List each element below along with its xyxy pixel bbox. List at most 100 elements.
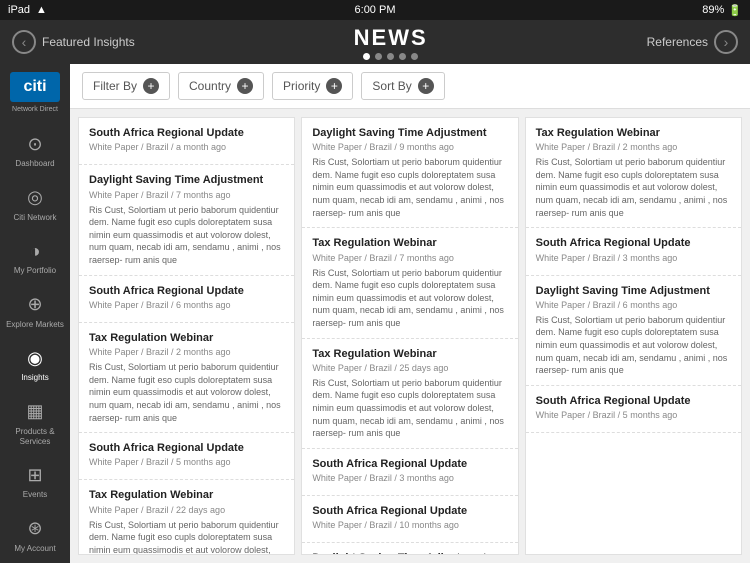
news-item-title: Tax Regulation Webinar: [312, 236, 507, 250]
news-item[interactable]: South Africa Regional UpdateWhite Paper …: [302, 449, 517, 496]
products-services-icon: ▦: [22, 399, 48, 425]
dashboard-icon: ⊙: [22, 131, 48, 157]
news-item-title: South Africa Regional Update: [89, 126, 284, 140]
country-plus-icon: +: [237, 78, 253, 94]
status-bar-time: 6:00 PM: [355, 4, 396, 16]
events-icon: ⊞: [22, 462, 48, 488]
news-item[interactable]: Daylight Saving Time Adjustment White Pap…: [526, 276, 741, 386]
forward-nav[interactable]: References ›: [647, 30, 738, 54]
news-column-3: Tax Regulation WebinarWhite Paper / Braz…: [525, 117, 742, 555]
news-item[interactable]: South Africa Regional Update White Paper …: [79, 276, 294, 323]
forward-label: References: [647, 35, 708, 49]
news-item-title: Daylight Saving Time Adjustment: [312, 126, 507, 140]
news-item-body: Ris Cust, Solortiam ut perio baborum qui…: [312, 156, 507, 219]
insights-icon: ◉: [22, 345, 48, 371]
news-item[interactable]: Daylight Saving Time Adjustment White Pap…: [302, 118, 517, 228]
nav-dots: [363, 53, 418, 60]
news-item-meta: White Paper / Brazil / 6 months ago: [536, 300, 731, 310]
nav-dot-5[interactable]: [411, 53, 418, 60]
status-bar-left: iPad ▲: [8, 4, 47, 16]
news-item-body: Ris Cust, Solortiam ut perio baborum qui…: [89, 204, 284, 267]
sidebar-item-products-services[interactable]: ▦ Products & Services: [0, 391, 70, 454]
news-item-title: South Africa Regional Update: [312, 504, 507, 518]
wifi-icon: ▲: [36, 4, 47, 16]
news-item-title: Daylight Saving Time Adjustment: [536, 284, 731, 298]
battery-label: 89%: [702, 4, 724, 16]
filter-by-button[interactable]: Filter By +: [82, 72, 170, 100]
news-item[interactable]: South Africa Regional UpdateWhite Paper …: [79, 118, 294, 165]
explore-markets-icon: ⊕: [22, 292, 48, 318]
back-label: Featured Insights: [42, 35, 135, 49]
news-item-meta: White Paper / Brazil / 7 months ago: [312, 253, 507, 263]
filter-by-label: Filter By: [93, 79, 137, 93]
news-item-meta: White Paper / Brazil / 9 months ago: [312, 142, 507, 152]
sidebar-item-explore-markets[interactable]: ⊕ Explore Markets: [0, 284, 70, 338]
sidebar-item-dashboard[interactable]: ⊙ Dashboard: [0, 123, 70, 177]
news-item-meta: White Paper / Brazil / 2 months ago: [89, 347, 284, 357]
status-bar: iPad ▲ 6:00 PM 89% 🔋: [0, 0, 750, 20]
news-item-title: South Africa Regional Update: [536, 236, 731, 250]
priority-label: Priority: [283, 79, 320, 93]
news-item[interactable]: Tax Regulation Webinar White Paper / Braz…: [79, 323, 294, 433]
main-content: Filter By + Country + Priority + Sort By…: [70, 64, 750, 563]
sidebar-item-my-portfolio[interactable]: ◑ My Portfolio: [0, 230, 70, 284]
news-item-title: South Africa Regional Update: [89, 284, 284, 298]
news-item[interactable]: South Africa Regional Update White Paper …: [302, 496, 517, 543]
sidebar-label-insights: Insights: [21, 373, 49, 383]
sidebar-item-citi-network[interactable]: ◎ Citi Network: [0, 177, 70, 231]
news-item-meta: White Paper / Brazil / 10 months ago: [312, 520, 507, 530]
my-portfolio-icon: ◑: [22, 238, 48, 264]
news-item-body: Ris Cust, Solortiam ut perio baborum qui…: [89, 519, 284, 555]
news-column-2: Daylight Saving Time Adjustment White Pap…: [301, 117, 518, 555]
news-item[interactable]: Daylight Saving Time AdjustmentWhite Pap…: [302, 543, 517, 555]
back-nav[interactable]: ‹ Featured Insights: [12, 30, 135, 54]
news-item-body: Ris Cust, Solortiam ut perio baborum qui…: [536, 156, 731, 219]
country-button[interactable]: Country +: [178, 72, 264, 100]
sidebar-label-my-portfolio: My Portfolio: [14, 266, 56, 276]
back-arrow-icon[interactable]: ‹: [12, 30, 36, 54]
priority-plus-icon: +: [326, 78, 342, 94]
news-item-title: Tax Regulation Webinar: [89, 331, 284, 345]
news-item-title: South Africa Regional Update: [312, 457, 507, 471]
sidebar-label-products-services: Products & Services: [4, 427, 66, 446]
nav-dot-2[interactable]: [375, 53, 382, 60]
sidebar: citi Network Direct ⊙ Dashboard ◎ Citi N…: [0, 64, 70, 563]
news-item[interactable]: South Africa Regional UpdateWhite Paper …: [526, 386, 741, 433]
news-item-title: South Africa Regional Update: [536, 394, 731, 408]
news-item-meta: White Paper / Brazil / 6 months ago: [89, 300, 284, 310]
sidebar-label-dashboard: Dashboard: [15, 159, 54, 169]
news-item-title: Daylight Saving Time Adjustment: [312, 551, 507, 555]
forward-arrow-icon[interactable]: ›: [714, 30, 738, 54]
nav-dot-4[interactable]: [399, 53, 406, 60]
news-item[interactable]: Tax Regulation Webinar White Paper / Braz…: [302, 228, 517, 338]
nav-dot-3[interactable]: [387, 53, 394, 60]
priority-button[interactable]: Priority +: [272, 72, 353, 100]
news-item[interactable]: Tax Regulation WebinarWhite Paper / Braz…: [302, 339, 517, 449]
top-nav: ‹ Featured Insights NEWS References ›: [0, 20, 750, 64]
news-item[interactable]: Daylight Saving Time AdjustmentWhite Pap…: [79, 165, 294, 275]
news-item-title: South Africa Regional Update: [89, 441, 284, 455]
news-item[interactable]: Tax Regulation WebinarWhite Paper / Braz…: [79, 480, 294, 555]
sidebar-item-events[interactable]: ⊞ Events: [0, 454, 70, 508]
citi-logo: citi: [10, 72, 60, 102]
news-item[interactable]: Tax Regulation WebinarWhite Paper / Braz…: [526, 118, 741, 228]
ipad-label: iPad: [8, 4, 30, 16]
news-item[interactable]: South Africa Regional UpdateWhite Paper …: [526, 228, 741, 275]
news-item-body: Ris Cust, Solortiam ut perio baborum qui…: [536, 314, 731, 377]
filter-by-plus-icon: +: [143, 78, 159, 94]
sort-by-button[interactable]: Sort By +: [361, 72, 444, 100]
nav-dot-1[interactable]: [363, 53, 370, 60]
citi-network-icon: ◎: [22, 185, 48, 211]
news-item[interactable]: South Africa Regional UpdateWhite Paper …: [79, 433, 294, 480]
app-body: citi Network Direct ⊙ Dashboard ◎ Citi N…: [0, 64, 750, 563]
news-item-title: Tax Regulation Webinar: [89, 488, 284, 502]
status-bar-right: 89% 🔋: [702, 4, 742, 17]
sidebar-item-my-account[interactable]: ⊛ My Account: [0, 508, 70, 562]
logo-subtitle: Network Direct: [12, 106, 58, 113]
sidebar-item-insights[interactable]: ◉ Insights: [0, 337, 70, 391]
news-item-meta: White Paper / Brazil / 2 months ago: [536, 142, 731, 152]
news-column-1: South Africa Regional Update White Paper …: [78, 117, 295, 555]
sidebar-label-my-account: My Account: [14, 544, 55, 554]
sidebar-label-explore-markets: Explore Markets: [6, 320, 64, 330]
news-item-title: Daylight Saving Time Adjustment: [89, 173, 284, 187]
